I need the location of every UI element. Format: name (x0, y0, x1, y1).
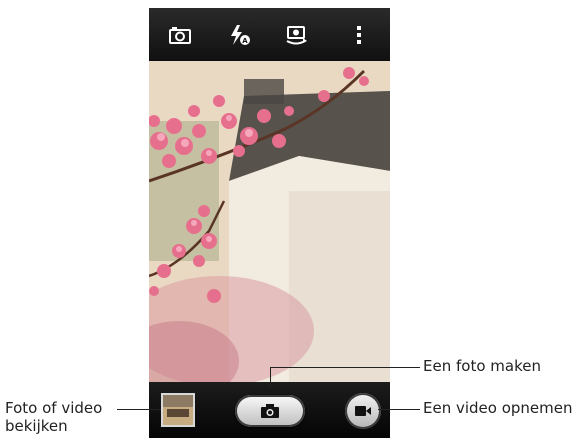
viewfinder-scene (149, 61, 390, 382)
callout-line-view-photo (117, 409, 161, 410)
more-options-button[interactable] (341, 19, 377, 51)
callout-view-photo-line1: Foto of video (5, 399, 103, 417)
video-record-icon (355, 406, 371, 416)
switch-camera-button[interactable] (278, 19, 314, 51)
callout-line-take-photo-vertical (270, 367, 271, 387)
take-photo-button[interactable] (235, 395, 305, 427)
callout-line-take-photo-horizontal (270, 367, 420, 368)
callout-record-video: Een video opnemen (423, 399, 573, 417)
camera-shutter-icon (261, 404, 279, 418)
camera-mode-icon (169, 27, 191, 44)
camera-top-toolbar: A (149, 8, 390, 60)
flash-auto-icon: A (231, 25, 250, 45)
camera-bottom-bar (149, 382, 390, 438)
record-video-button[interactable] (345, 393, 381, 429)
callout-take-photo: Een foto maken (423, 357, 541, 375)
callout-view-photo-line2: bekijken (5, 417, 68, 435)
gallery-thumbnail-image (163, 395, 193, 425)
camera-mode-button[interactable] (162, 19, 198, 51)
switch-camera-icon (286, 26, 307, 45)
more-options-icon (357, 26, 361, 44)
gallery-thumbnail[interactable] (161, 393, 195, 427)
flash-auto-button[interactable]: A (222, 19, 258, 51)
callout-line-record-video (378, 409, 420, 410)
camera-viewfinder[interactable] (149, 61, 390, 382)
svg-text:A: A (242, 37, 248, 45)
